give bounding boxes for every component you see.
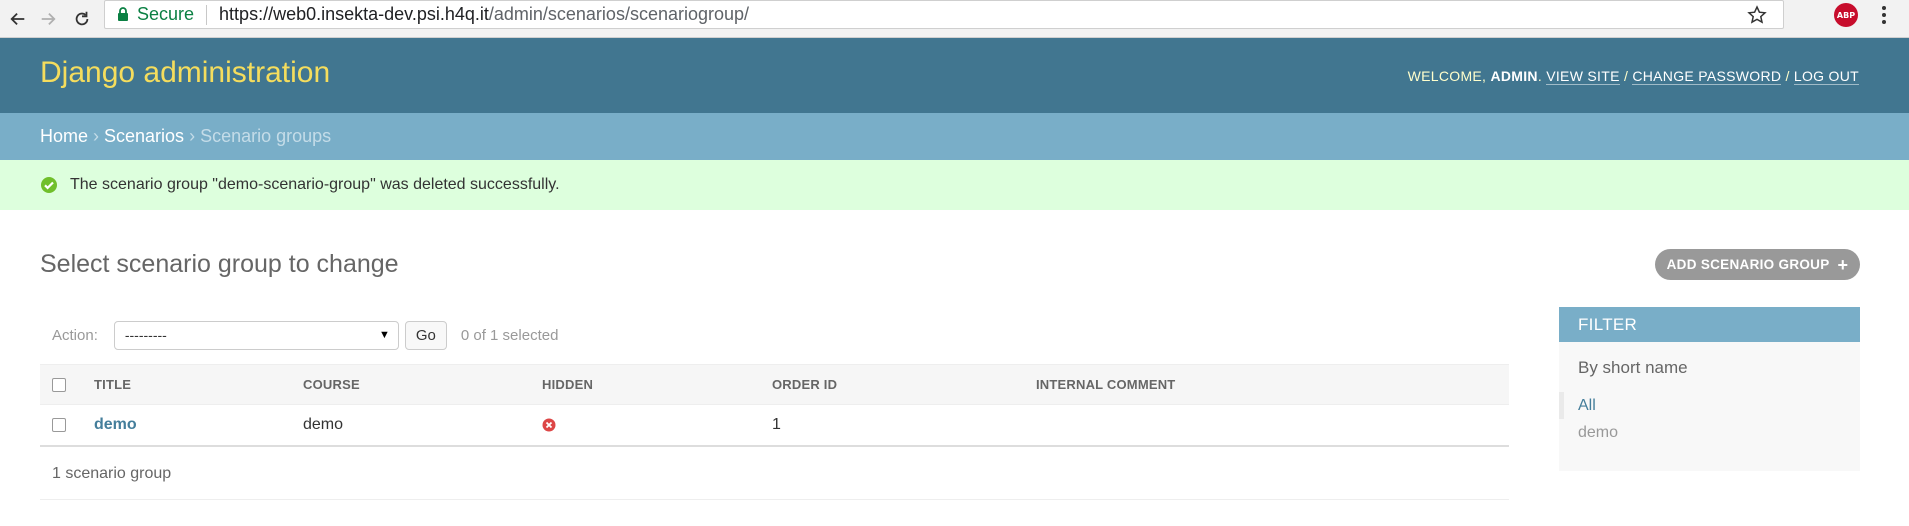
row-checkbox[interactable]	[52, 417, 66, 432]
reload-icon[interactable]	[64, 0, 100, 38]
admin-header: Django administration WELCOME, ADMIN. VI…	[0, 38, 1909, 113]
secure-label: Secure	[137, 4, 195, 24]
filter-item-demo[interactable]: demo	[1559, 419, 1860, 446]
internal-comment-cell	[1024, 404, 1509, 447]
title-link[interactable]: demo	[94, 416, 137, 433]
separator: /	[1623, 68, 1629, 84]
go-button[interactable]: Go	[404, 320, 447, 350]
action-select[interactable]: --------- ▼	[113, 320, 399, 350]
user-tools: WELCOME, ADMIN. VIEW SITE / CHANGE PASSW…	[1407, 68, 1859, 85]
view-site-link[interactable]: VIEW SITE	[1546, 68, 1620, 85]
breadcrumb-current: Scenario groups	[200, 126, 332, 146]
course-cell: demo	[291, 404, 530, 447]
url-path: /admin/scenarios/scenariogroup/	[488, 4, 750, 24]
add-scenario-group-button[interactable]: ADD SCENARIO GROUP +	[1655, 249, 1860, 280]
plus-icon: +	[1837, 254, 1849, 275]
welcome-text: WELCOME,	[1407, 68, 1487, 84]
breadcrumb-scenarios[interactable]: Scenarios	[104, 126, 184, 147]
selection-counter: 0 of 1 selected	[460, 326, 559, 344]
action-label: Action:	[52, 326, 98, 344]
column-header-hidden[interactable]: HIDDEN	[530, 364, 760, 405]
site-branding[interactable]: Django administration	[40, 56, 330, 90]
separator: /	[1785, 68, 1790, 84]
select-all-checkbox[interactable]	[52, 378, 66, 393]
url-host: https://web0.insekta-dev.psi.h4q.it	[219, 4, 489, 24]
order-id-cell: 1	[760, 404, 1024, 447]
select-all-cell	[40, 364, 82, 405]
breadcrumb-home[interactable]: Home	[40, 126, 88, 147]
adblock-extension-icon[interactable]: ABP	[1834, 3, 1858, 27]
forward-icon[interactable]	[30, 0, 66, 38]
log-out-link[interactable]: LOG OUT	[1793, 68, 1859, 85]
no-icon	[542, 418, 556, 432]
browser-toolbar: Secure https://web0.insekta-dev.psi.h4q.…	[0, 0, 1909, 38]
actions-bar: Action: --------- ▼ Go 0 of 1 selected	[40, 315, 1509, 355]
change-password-link[interactable]: CHANGE PASSWORD	[1632, 68, 1782, 85]
breadcrumb: Home › Scenarios › Scenario groups	[0, 113, 1909, 160]
dropdown-caret-icon: ▼	[378, 329, 390, 341]
table-header-row: TITLE COURSE HIDDEN ORDER ID INTERNAL CO…	[40, 364, 1509, 405]
omnibox-divider	[206, 4, 208, 25]
results-table: TITLE COURSE HIDDEN ORDER ID INTERNAL CO…	[40, 364, 1509, 447]
page-title: Select scenario group to change	[40, 250, 399, 278]
paginator: 1 scenario group	[40, 448, 1509, 500]
bookmark-star-icon[interactable]	[1747, 5, 1767, 25]
row-select-cell	[40, 404, 82, 447]
column-header-internal-comment[interactable]: INTERNAL COMMENT	[1024, 364, 1509, 405]
hidden-cell	[530, 404, 760, 447]
column-header-course[interactable]: COURSE	[291, 364, 530, 405]
filter-subtitle: By short name	[1578, 358, 1688, 377]
table-row: demo demo 1	[40, 404, 1509, 447]
lock-icon	[117, 7, 129, 22]
filter-list: All demo	[1559, 392, 1860, 446]
filter-item-all[interactable]: All	[1559, 392, 1860, 419]
column-header-title[interactable]: TITLE	[82, 364, 291, 405]
success-check-icon	[41, 177, 57, 193]
action-selected-option: ---------	[124, 327, 167, 343]
address-bar[interactable]: Secure https://web0.insekta-dev.psi.h4q.…	[104, 0, 1784, 29]
success-message: The scenario group "demo-scenario-group"…	[0, 160, 1909, 210]
username: ADMIN	[1490, 68, 1538, 84]
add-button-label: ADD SCENARIO GROUP	[1666, 257, 1830, 272]
success-message-text: The scenario group "demo-scenario-group"…	[70, 176, 560, 193]
breadcrumb-arrow: ›	[93, 126, 100, 146]
breadcrumb-arrow: ›	[189, 126, 196, 146]
column-header-order-id[interactable]: ORDER ID	[760, 364, 1024, 405]
browser-menu-icon[interactable]	[1874, 3, 1894, 27]
filter-panel: FILTER By short name All demo	[1559, 307, 1860, 471]
title-cell: demo	[82, 404, 291, 447]
filter-title: FILTER	[1559, 307, 1860, 342]
